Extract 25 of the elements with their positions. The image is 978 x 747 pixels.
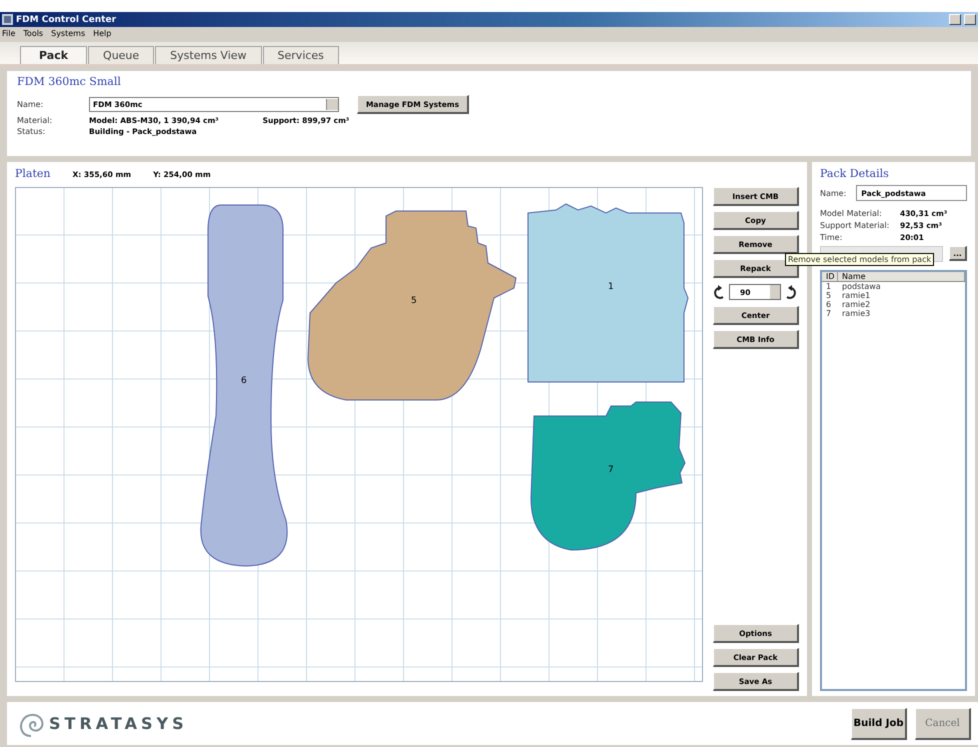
model-id: 5 (411, 296, 417, 306)
list-cell-text: podstawa (841, 282, 882, 291)
list-cell-text: 1 (825, 282, 832, 291)
list-cell-text: 5 (825, 291, 832, 300)
name-label: Name: (17, 100, 44, 109)
pack-name-label: Name: (820, 188, 846, 198)
platen-title: Platen (15, 167, 50, 180)
logo-text: STRATASYS (49, 714, 188, 733)
list-cell-text: ramie3 (841, 309, 872, 318)
model-id: 7 (608, 465, 614, 475)
window-title: FDM Control Center (16, 14, 118, 24)
system-title: FDM 360mc Small (17, 75, 122, 88)
pack-details-title: Pack Details (820, 167, 890, 180)
tooltip: Remove selected models from pack (785, 253, 934, 266)
list-cell-text: 7 (825, 309, 832, 318)
list-cell-text: 6 (825, 300, 832, 309)
model-id: 1 (608, 282, 614, 292)
stat-label: Support Material: (820, 221, 890, 230)
status-label: Status: (17, 127, 46, 136)
list-cell-text: ramie1 (841, 291, 872, 300)
stat-label: Model Material: (820, 209, 883, 218)
model-id: 6 (241, 376, 247, 386)
stat-label: Time: (820, 233, 844, 242)
list-cell-text: ramie2 (841, 300, 872, 309)
material-label: Material: (17, 116, 54, 125)
